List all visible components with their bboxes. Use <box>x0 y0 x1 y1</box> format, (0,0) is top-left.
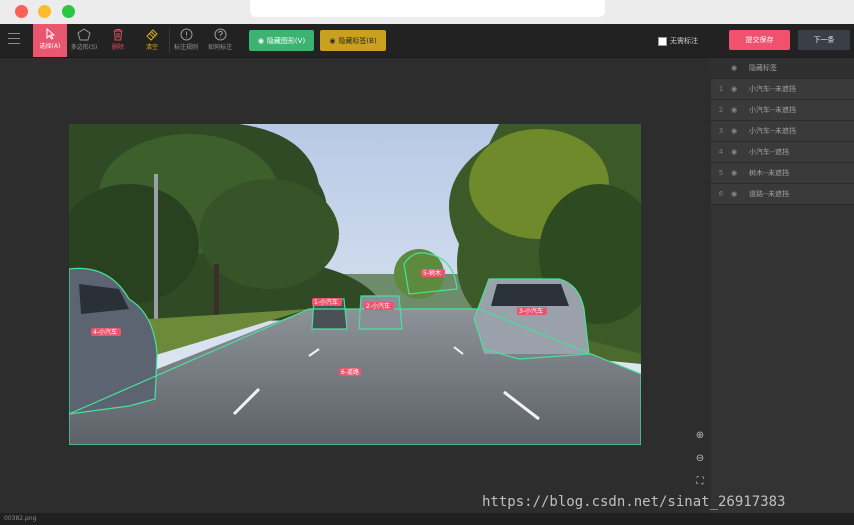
eye-icon[interactable]: ◉ <box>731 148 749 156</box>
eye-icon[interactable]: ◉ <box>731 106 749 114</box>
item-label: 小汽车--遮挡 <box>749 148 790 156</box>
hide-labels-button[interactable]: ◉ 隐藏标签(B) <box>320 30 386 51</box>
minimize-window-button[interactable] <box>38 5 51 18</box>
select-tool-label: 选择(A) <box>39 43 61 50</box>
hide-shapes-button[interactable]: ◉ 隐藏图形(V) <box>249 30 314 51</box>
eraser-icon <box>146 29 158 41</box>
zoom-in-icon[interactable]: ⊕ <box>693 429 707 443</box>
annotation-rules-label: 标注规则 <box>173 44 198 51</box>
polygon-icon <box>77 28 91 41</box>
window-titlebar <box>0 0 854 24</box>
eye-icon[interactable]: ◉ <box>731 190 749 198</box>
watermark-text: https://blog.csdn.net/sinat_26917383 <box>482 494 786 510</box>
eye-icon[interactable]: ◉ <box>731 127 749 135</box>
item-label: 道路--未遮挡 <box>749 190 790 198</box>
zoom-out-icon[interactable]: ⊖ <box>693 452 707 466</box>
address-bar[interactable] <box>250 0 605 17</box>
select-tool-button[interactable]: 选择(A) <box>33 24 67 57</box>
label-list-item[interactable]: 1 ◉ 小汽车--未遮挡 <box>711 79 854 100</box>
tag-car-right: 3-小汽车 <box>519 307 543 315</box>
annotation-rules-button[interactable]: 标注规则 <box>169 24 203 57</box>
item-index: 1 <box>718 85 724 93</box>
close-window-button[interactable] <box>15 5 28 18</box>
tag-car-mid2: 2-小汽车 <box>366 302 390 310</box>
submit-save-button[interactable]: 提交保存 <box>729 30 790 50</box>
delete-tool-label: 删除 <box>111 44 124 51</box>
menu-icon[interactable] <box>8 33 20 48</box>
hide-shapes-label: 隐藏图形(V) <box>266 36 306 45</box>
next-item-button[interactable]: 下一条 <box>798 30 850 50</box>
tag-car-left: 4-小汽车 <box>93 328 117 336</box>
item-index: 6 <box>718 190 724 198</box>
label-list-item[interactable]: 5 ◉ 树木--未遮挡 <box>711 163 854 184</box>
item-index: 4 <box>718 148 724 156</box>
item-label: 小汽车--未遮挡 <box>749 127 797 135</box>
tag-tree: 5-树木 <box>423 269 441 277</box>
eye-icon[interactable]: ◉ <box>731 85 749 93</box>
tag-road: 6-道路 <box>341 368 359 376</box>
item-index: 5 <box>718 169 724 177</box>
clear-tool-button[interactable]: 清空 <box>135 24 169 57</box>
polygon-tool-label: 多边形(S) <box>70 44 98 51</box>
street-scene-image[interactable]: 4-小汽车 1-小汽车 2-小汽车 3-小汽车 5-树木 6-道路 <box>69 124 641 445</box>
clear-tool-label: 清空 <box>145 44 158 51</box>
label-list-item[interactable]: 3 ◉ 小汽车--未遮挡 <box>711 121 854 142</box>
hide-labels-label: 隐藏标签(B) <box>338 36 377 45</box>
how-to-annotate-label: 如何标注 <box>207 44 232 51</box>
eye-icon[interactable]: ◉ <box>731 169 749 177</box>
how-to-annotate-button[interactable]: 如何标注 <box>203 24 237 57</box>
help-icon <box>214 28 226 41</box>
eye-icon: ◉ <box>257 36 264 45</box>
label-list-panel: ◉ 隐藏标签 1 ◉ 小汽车--未遮挡 2 ◉ 小汽车--未遮挡 3 ◉ 小汽车… <box>711 58 854 513</box>
eye-icon: ◉ <box>329 36 336 45</box>
fit-screen-icon[interactable]: ⛶ <box>693 475 707 489</box>
no-annotation-checkbox[interactable]: 无需标注 <box>658 36 698 46</box>
item-label: 小汽车--未遮挡 <box>749 106 797 114</box>
polygon-tool-button[interactable]: 多边形(S) <box>67 24 101 57</box>
item-label: 树木--未遮挡 <box>749 169 790 177</box>
label-list-header: ◉ 隐藏标签 <box>711 58 854 79</box>
trash-icon <box>113 29 123 41</box>
maximize-window-button[interactable] <box>62 5 75 18</box>
no-annotation-label: 无需标注 <box>670 37 698 45</box>
item-index: 2 <box>718 106 724 114</box>
filename-text: 00382.png <box>4 515 37 522</box>
checkbox-box[interactable] <box>658 36 667 46</box>
label-list-item[interactable]: 6 ◉ 道路--未遮挡 <box>711 184 854 205</box>
item-label: 小汽车--未遮挡 <box>749 85 797 93</box>
info-icon <box>180 28 192 41</box>
cursor-icon <box>46 28 56 40</box>
status-bar: 00382.png <box>0 513 854 525</box>
delete-tool-button[interactable]: 删除 <box>101 24 135 57</box>
tag-car-mid1: 1-小汽车 <box>314 298 338 306</box>
label-list-item[interactable]: 2 ◉ 小汽车--未遮挡 <box>711 100 854 121</box>
eye-icon[interactable]: ◉ <box>731 64 749 72</box>
label-list-item[interactable]: 4 ◉ 小汽车--遮挡 <box>711 142 854 163</box>
hide-all-labels-text[interactable]: 隐藏标签 <box>749 63 777 73</box>
item-index: 3 <box>718 127 724 135</box>
